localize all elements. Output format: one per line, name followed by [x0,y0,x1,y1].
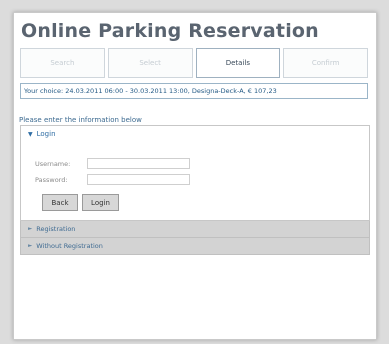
login-panel: ▼ Login Username: Password: Back Login [20,125,370,221]
password-input[interactable] [87,174,190,185]
without-registration-section-header[interactable]: ► Without Registration [20,238,370,255]
username-row: Username: [35,158,190,169]
login-buttons: Back Login [42,194,123,211]
form-instruction: Please enter the information below [19,116,142,124]
step-confirm[interactable]: Confirm [283,48,368,78]
username-label: Username: [35,159,71,168]
back-button[interactable]: Back [42,194,78,211]
chevron-right-icon: ► [28,243,33,249]
chevron-down-icon: ▼ [28,130,33,138]
username-input[interactable] [87,158,190,169]
without-registration-section-label: Without Registration [36,242,103,250]
login-section-label: Login [36,130,56,138]
choice-summary: Your choice: 24.03.2011 06:00 - 30.03.20… [20,83,368,99]
reservation-window: Online Parking Reservation Search Select… [13,12,377,340]
registration-section-header[interactable]: ► Registration [20,221,370,238]
password-row: Password: [35,174,190,185]
step-details[interactable]: Details [195,48,281,78]
choice-summary-text: Your choice: 24.03.2011 06:00 - 30.03.20… [24,87,277,95]
wizard-steps: Search Select Details Confirm [20,48,368,78]
step-select[interactable]: Select [107,48,193,78]
details-accordion: ▼ Login Username: Password: Back Login ►… [20,125,370,270]
page-title: Online Parking Reservation [21,20,319,42]
password-label: Password: [35,175,68,184]
login-section-header[interactable]: ▼ Login [21,126,369,142]
registration-section-label: Registration [36,225,76,233]
login-button[interactable]: Login [82,194,119,211]
chevron-right-icon: ► [28,226,33,232]
step-search[interactable]: Search [20,48,105,78]
